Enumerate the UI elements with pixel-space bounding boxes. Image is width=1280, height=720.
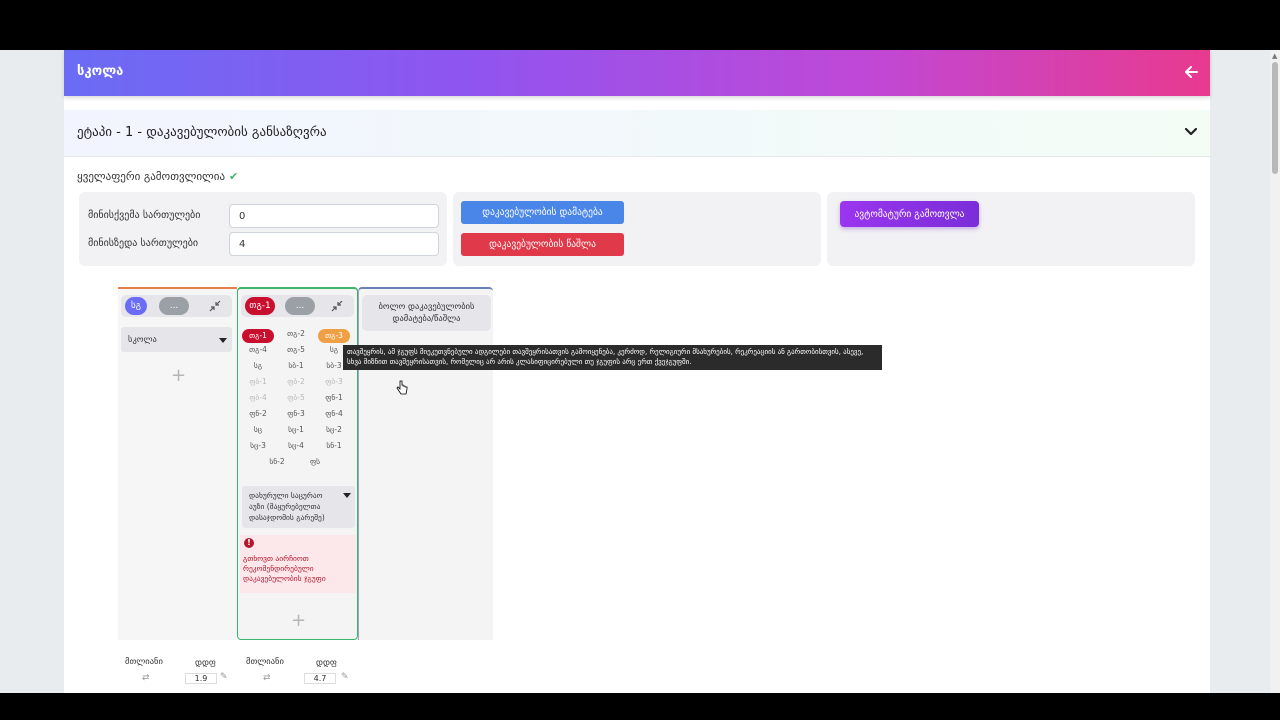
occupancy-tag[interactable]: სც-2 <box>318 425 350 434</box>
summary-dd-label: დდფ <box>195 658 216 668</box>
occupancy-tag[interactable]: სგ <box>242 361 274 370</box>
occupancy-column-3: ბოლო დაკავებულობის დამატება/წაშლა <box>358 287 493 640</box>
summary-dd-label: დდფ <box>316 658 337 668</box>
max-floors-label: მინისზედა სართულები <box>88 238 199 249</box>
occupancy-tag[interactable]: ფბ-3 <box>318 377 350 386</box>
occupancy-tag[interactable]: თგ-1 <box>242 329 274 343</box>
caret-down-icon <box>343 493 351 498</box>
top-letterbox <box>0 0 1280 50</box>
chevron-down-icon[interactable] <box>1184 126 1198 138</box>
vertical-scrollbar[interactable]: ▲ <box>1270 50 1280 693</box>
occupancy-tag[interactable]: სც-4 <box>280 441 312 450</box>
occupancy-tag[interactable]: თგ-4 <box>242 345 274 354</box>
exclamation-icon: ! <box>244 538 254 548</box>
page-title: სკოლა <box>77 64 124 79</box>
occupancy-tag[interactable]: თგ-3 <box>318 329 350 343</box>
scrollbar-thumb[interactable] <box>1272 62 1278 174</box>
stage-title: ეტაპი - 1 - დაკავებულობის განსაზღვრა <box>77 125 327 140</box>
floors-panel: მინისქვემა სართულები მინისზედა სართულები <box>79 192 447 266</box>
min-floors-input[interactable] <box>229 204 439 228</box>
calc-status-text: ყველაფერი გამოთვლილია <box>77 170 226 183</box>
occupancy-tag[interactable]: თგ-5 <box>280 345 312 354</box>
app-header: სკოლა <box>64 50 1210 96</box>
summary-total-label: მთლიანი <box>125 657 163 667</box>
occupancy-tag[interactable]: ფნ-3 <box>280 409 312 418</box>
occupancy-tag[interactable]: სნ-2 <box>261 457 293 466</box>
occupancy-tag[interactable]: ფს <box>299 457 331 466</box>
summary-dd-value: 4.7 <box>304 673 336 684</box>
check-icon: ✔ <box>229 170 239 183</box>
occupancy-tag[interactable]: ფნ-2 <box>242 409 274 418</box>
compress-icon[interactable] <box>209 300 221 312</box>
page: სკოლა ეტაპი - 1 - დაკავებულობის განსაზღვ… <box>0 50 1270 693</box>
occupancy-pill[interactable]: თგ-1 <box>245 297 275 315</box>
main-container: სკოლა ეტაპი - 1 - დაკავებულობის განსაზღვ… <box>64 50 1210 693</box>
occupancy-tag[interactable]: სც-1 <box>280 425 312 434</box>
caret-down-icon <box>219 338 227 343</box>
add-row-plus-icon[interactable]: + <box>171 367 186 385</box>
last-occupancy-add-remove[interactable]: ბოლო დაკავებულობის დამატება/წაშლა <box>362 295 491 331</box>
hand-cursor-icon <box>396 380 408 395</box>
occupancy-tag[interactable]: ფბ-4 <box>242 393 274 402</box>
occupancy-tag[interactable]: სბ-1 <box>280 361 312 370</box>
bottom-letterbox <box>0 693 1280 720</box>
calc-status: ყველაფერი გამოთვლილია ✔ <box>77 170 238 183</box>
occupancy-select[interactable]: სკოლა <box>121 327 232 352</box>
warning-box: ! გთხოვთ აირჩიოთ რეკომენდირებული დაკავებ… <box>240 535 356 593</box>
occupancy-tag[interactable]: სც <box>242 425 274 434</box>
occupancy-tag[interactable]: ფბ-5 <box>280 393 312 402</box>
delete-occupancy-button[interactable]: დაკავებულობის წაშლა <box>461 233 624 256</box>
occupancy-tag[interactable]: თგ-2 <box>280 329 312 338</box>
compress-icon[interactable] <box>331 300 343 312</box>
recycle-icon[interactable]: ⇄ <box>142 673 150 683</box>
add-occupancy-button[interactable]: დაკავებულობის დამატება <box>461 201 624 224</box>
auto-calc-panel: ავტომატური გამოთვლა <box>827 192 1195 266</box>
occupancy-tag[interactable]: ფბ-2 <box>280 377 312 386</box>
occupancy-pill[interactable]: სგ <box>125 297 147 315</box>
column-header: თგ-1 ... <box>241 295 354 317</box>
more-button[interactable]: ... <box>159 297 189 315</box>
min-floors-label: მინისქვემა სართულები <box>88 210 201 221</box>
warning-text: გთხოვთ აირჩიოთ რეკომენდირებული დაკავებულ… <box>243 554 326 583</box>
occupancy-tag[interactable]: ფნ-1 <box>318 393 350 402</box>
occupancy-tag[interactable]: სც-3 <box>242 441 274 450</box>
occupancy-tag[interactable]: ფნ-4 <box>318 409 350 418</box>
summary-dd-value: 1.9 <box>185 673 217 684</box>
max-floors-input[interactable] <box>229 232 439 256</box>
stage-accordion-header[interactable]: ეტაპი - 1 - დაკავებულობის განსაზღვრა <box>64 110 1210 157</box>
occupancy-tag[interactable]: სნ-1 <box>318 441 350 450</box>
edit-icon[interactable]: ✎ <box>341 672 349 682</box>
occupancy-select-value: სკოლა <box>128 335 157 345</box>
column-header: სგ ... <box>121 295 232 317</box>
occupancy-subgroup-value: დახურული საცურაო აუზი (მაყურებელთა დასაჯ… <box>249 491 325 522</box>
scroll-up-icon[interactable]: ▲ <box>1272 52 1277 60</box>
more-button[interactable]: ... <box>285 297 315 315</box>
occupancy-column-1: სგ ... სკოლა + <box>118 287 237 640</box>
auto-calc-button[interactable]: ავტომატური გამოთვლა <box>840 201 979 227</box>
summary-total-label: მთლიანი <box>246 657 284 667</box>
edit-icon[interactable]: ✎ <box>220 672 228 682</box>
occupancy-subgroup-select[interactable]: დახურული საცურაო აუზი (მაყურებელთა დასაჯ… <box>242 486 355 528</box>
arrow-left-icon[interactable] <box>1184 64 1198 80</box>
occupancy-actions-panel: დაკავებულობის დამატება დაკავებულობის წაშ… <box>453 192 821 266</box>
add-row-plus-icon[interactable]: + <box>291 612 306 630</box>
recycle-icon[interactable]: ⇄ <box>263 673 271 683</box>
occupancy-tag[interactable]: ფბ-1 <box>242 377 274 386</box>
occupancy-tooltip: თავშეყრის, ამ ჯგუფს მიეკუთვნებული ადგილე… <box>343 345 882 370</box>
